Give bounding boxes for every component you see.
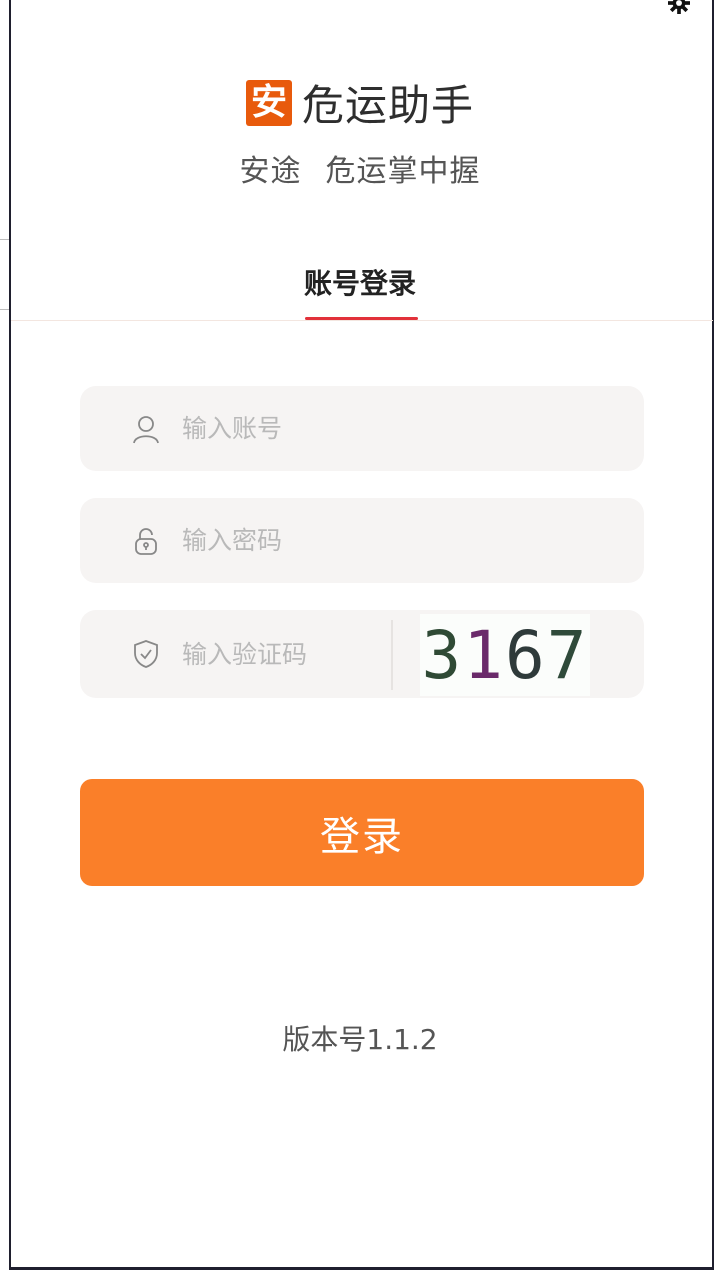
slogan-part1: 安途	[239, 154, 302, 189]
captcha-char: 1	[463, 616, 505, 694]
shield-check-icon	[130, 638, 162, 670]
edge-tick	[0, 309, 9, 310]
edge-tick	[0, 239, 9, 240]
password-field[interactable]	[80, 498, 644, 583]
tab-account-login[interactable]: 账号登录	[0, 262, 720, 302]
slogan-part2: 危运掌中握	[325, 154, 481, 189]
app-logo: 安	[245, 79, 292, 126]
captcha-image[interactable]: 3167	[420, 614, 590, 696]
captcha-char: 7	[546, 616, 589, 694]
account-input[interactable]	[180, 413, 384, 444]
tab-divider	[11, 320, 713, 321]
gear-icon[interactable]	[668, 0, 690, 14]
login-button[interactable]: 登录	[80, 779, 644, 886]
brand-header: 安 危运助手	[0, 72, 720, 133]
captcha-input[interactable]	[180, 638, 384, 670]
captcha-separator	[391, 620, 393, 690]
lock-icon	[130, 525, 162, 557]
logo-glyph: 安	[250, 81, 287, 123]
slogan: 安途 危运掌中握	[0, 146, 720, 190]
captcha-char: 3	[421, 616, 464, 694]
captcha-char: 6	[505, 616, 547, 694]
version-label: 版本号1.1.2	[282, 1023, 438, 1056]
password-input[interactable]	[180, 525, 384, 556]
app-name: 危运助手	[301, 81, 474, 130]
user-icon	[130, 413, 162, 445]
account-field[interactable]	[80, 386, 644, 471]
captcha-field[interactable]: 3167	[80, 610, 644, 698]
